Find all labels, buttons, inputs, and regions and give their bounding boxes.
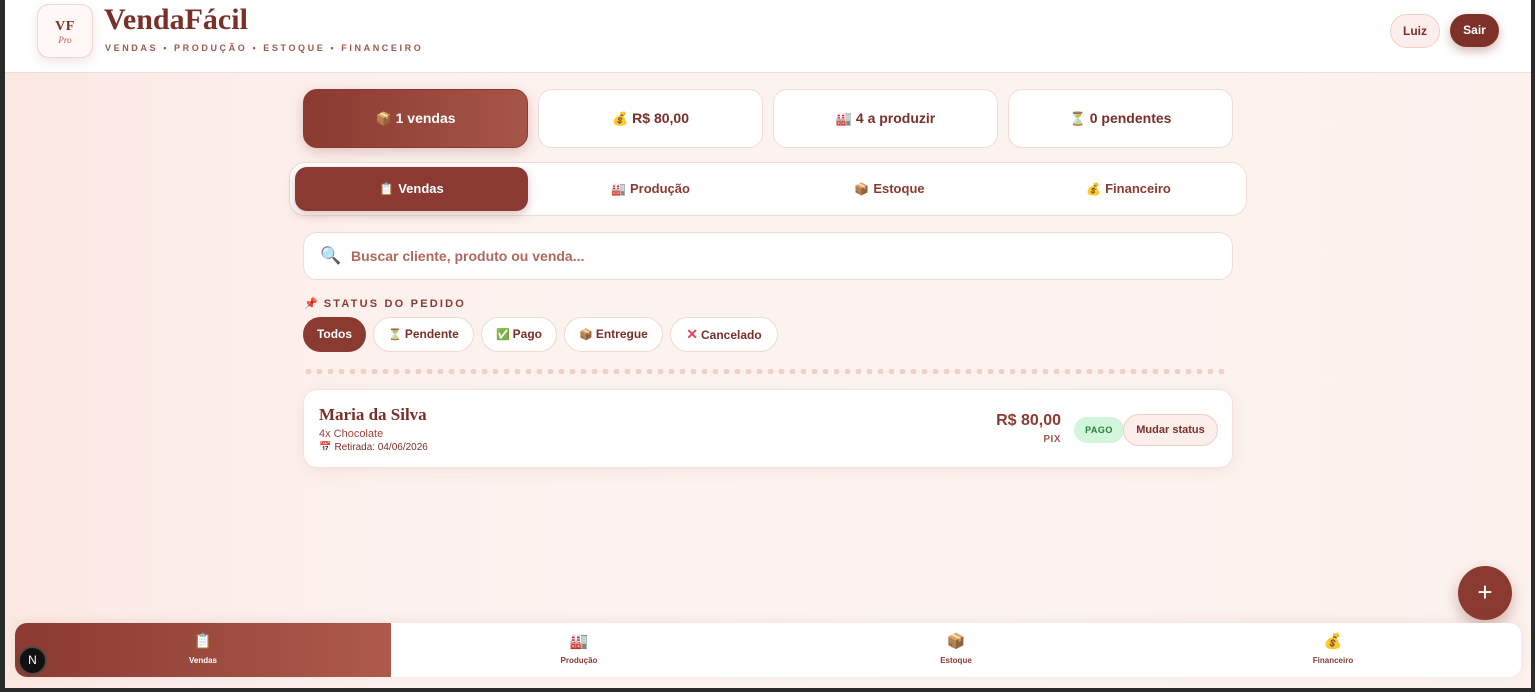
hourglass-icon: ⏳: [1069, 111, 1086, 126]
tab-producao[interactable]: 🏭 Produção: [534, 167, 767, 211]
order-pickup: 📅 Retirada: 04/06/2026: [319, 442, 428, 453]
chip-label: Pago: [512, 327, 543, 341]
check-icon: ✅: [495, 329, 510, 341]
order-items: 4x Chocolate: [319, 428, 384, 440]
logo-subtitle: Pro: [58, 35, 72, 45]
tab-financeiro[interactable]: 💰 Financeiro: [1012, 167, 1245, 211]
order-payment-method: PIX: [1043, 434, 1061, 445]
stat-label: 4 a produzir: [855, 110, 936, 126]
bottom-nav-financeiro[interactable]: 💰 Financeiro: [1145, 623, 1521, 677]
stat-label: R$ 80,00: [632, 110, 689, 126]
stat-revenue[interactable]: 💰 R$ 80,00: [538, 89, 763, 148]
order-pickup-date: Retirada: 04/06/2026: [334, 442, 428, 453]
clipboard-icon: 📋: [193, 633, 213, 650]
tab-estoque[interactable]: 📦 Estoque: [773, 167, 1006, 211]
bottom-nav-label: Financeiro: [1312, 656, 1354, 665]
change-status-button[interactable]: Mudar status: [1123, 414, 1218, 446]
factory-icon: 🏭: [835, 111, 852, 126]
status-filter-text: STATUS DO PEDIDO: [323, 298, 467, 310]
filter-chip-pendente[interactable]: ⏳ Pendente: [373, 317, 474, 352]
order-card[interactable]: Maria da Silva 4x Chocolate 📅 Retirada: 0…: [303, 389, 1233, 468]
bottom-nav-label: Estoque: [940, 656, 972, 665]
package-icon: 📦: [854, 182, 870, 196]
package-icon: 📦: [375, 111, 392, 126]
main-tabs: 📋 Vendas 🏭 Produção 📦 Estoque 💰 Financeiro: [289, 162, 1247, 216]
chip-label: Pendente: [404, 327, 459, 341]
top-header: VF Pro VendaFácil VENDAS • PRODUÇÃO • ES…: [5, 0, 1531, 73]
filter-chip-cancelado[interactable]: ✕ Cancelado: [670, 317, 778, 352]
factory-icon: 🏭: [611, 182, 626, 196]
pushpin-icon: 📌: [304, 298, 318, 310]
tab-vendas[interactable]: 📋 Vendas: [295, 167, 528, 211]
stat-to-produce[interactable]: 🏭 4 a produzir: [773, 89, 998, 148]
order-status-badge: PAGO: [1074, 417, 1124, 443]
money-bag-icon: 💰: [1323, 633, 1343, 650]
chip-label: Entregue: [595, 327, 648, 341]
bottom-nav-label: Produção: [560, 656, 598, 665]
filter-chip-todos[interactable]: Todos: [303, 317, 366, 352]
app-frame: VF Pro VendaFácil VENDAS • PRODUÇÃO • ES…: [5, 0, 1531, 688]
factory-icon: 🏭: [569, 633, 589, 650]
stat-label: 1 vendas: [395, 110, 456, 126]
stat-sales-count[interactable]: 📦 1 vendas: [303, 89, 528, 148]
tab-label: Produção: [629, 181, 690, 196]
bottom-nav-vendas[interactable]: 📋 Vendas: [15, 623, 391, 677]
calendar-icon: 📅: [319, 442, 332, 453]
app-logo[interactable]: VF Pro: [37, 4, 93, 58]
filter-chip-pago[interactable]: ✅ Pago: [481, 317, 557, 352]
dev-tools-badge[interactable]: N: [18, 646, 47, 675]
bottom-nav-producao[interactable]: 🏭 Produção: [391, 623, 767, 677]
dotted-divider: [303, 369, 1228, 374]
package-icon: 📦: [579, 329, 593, 341]
stat-pending[interactable]: ⏳ 0 pendentes: [1008, 89, 1233, 148]
chip-label: Cancelado: [701, 328, 762, 342]
order-customer-name: Maria da Silva: [319, 405, 427, 424]
bottom-nav-label: Vendas: [188, 656, 217, 665]
bottom-nav-estoque[interactable]: 📦 Estoque: [768, 623, 1144, 677]
tab-label: Financeiro: [1105, 181, 1171, 196]
money-bag-icon: 💰: [611, 111, 629, 126]
money-bag-icon: 💰: [1086, 182, 1102, 196]
chip-label: Todos: [316, 327, 353, 341]
search-icon[interactable]: 🔍: [320, 246, 341, 266]
tab-label: Estoque: [873, 181, 925, 196]
app-title: VendaFácil: [104, 3, 248, 36]
search-bar: 🔍: [303, 232, 1233, 280]
search-input[interactable]: [351, 243, 1211, 269]
user-button[interactable]: Luiz: [1390, 14, 1440, 48]
logo-initials: VF: [55, 19, 75, 34]
hourglass-icon: ⏳: [388, 329, 402, 341]
clipboard-icon: 📋: [379, 182, 395, 196]
order-value: R$ 80,00: [996, 412, 1061, 429]
stat-label: 0 pendentes: [1089, 110, 1172, 126]
add-sale-button[interactable]: +: [1458, 566, 1512, 620]
cross-icon: ✕: [686, 326, 699, 342]
package-icon: 📦: [946, 633, 966, 650]
tab-label: Vendas: [398, 181, 444, 196]
app-tagline: VENDAS • PRODUÇÃO • ESTOQUE • FINANCEIRO: [105, 43, 424, 53]
logout-button[interactable]: Sair: [1450, 14, 1499, 47]
bottom-nav: 📋 Vendas 🏭 Produção 📦 Estoque 💰 Financei…: [15, 623, 1521, 677]
filter-chip-entregue[interactable]: 📦 Entregue: [564, 317, 663, 352]
status-filter-label: 📌 STATUS DO PEDIDO: [304, 297, 466, 310]
